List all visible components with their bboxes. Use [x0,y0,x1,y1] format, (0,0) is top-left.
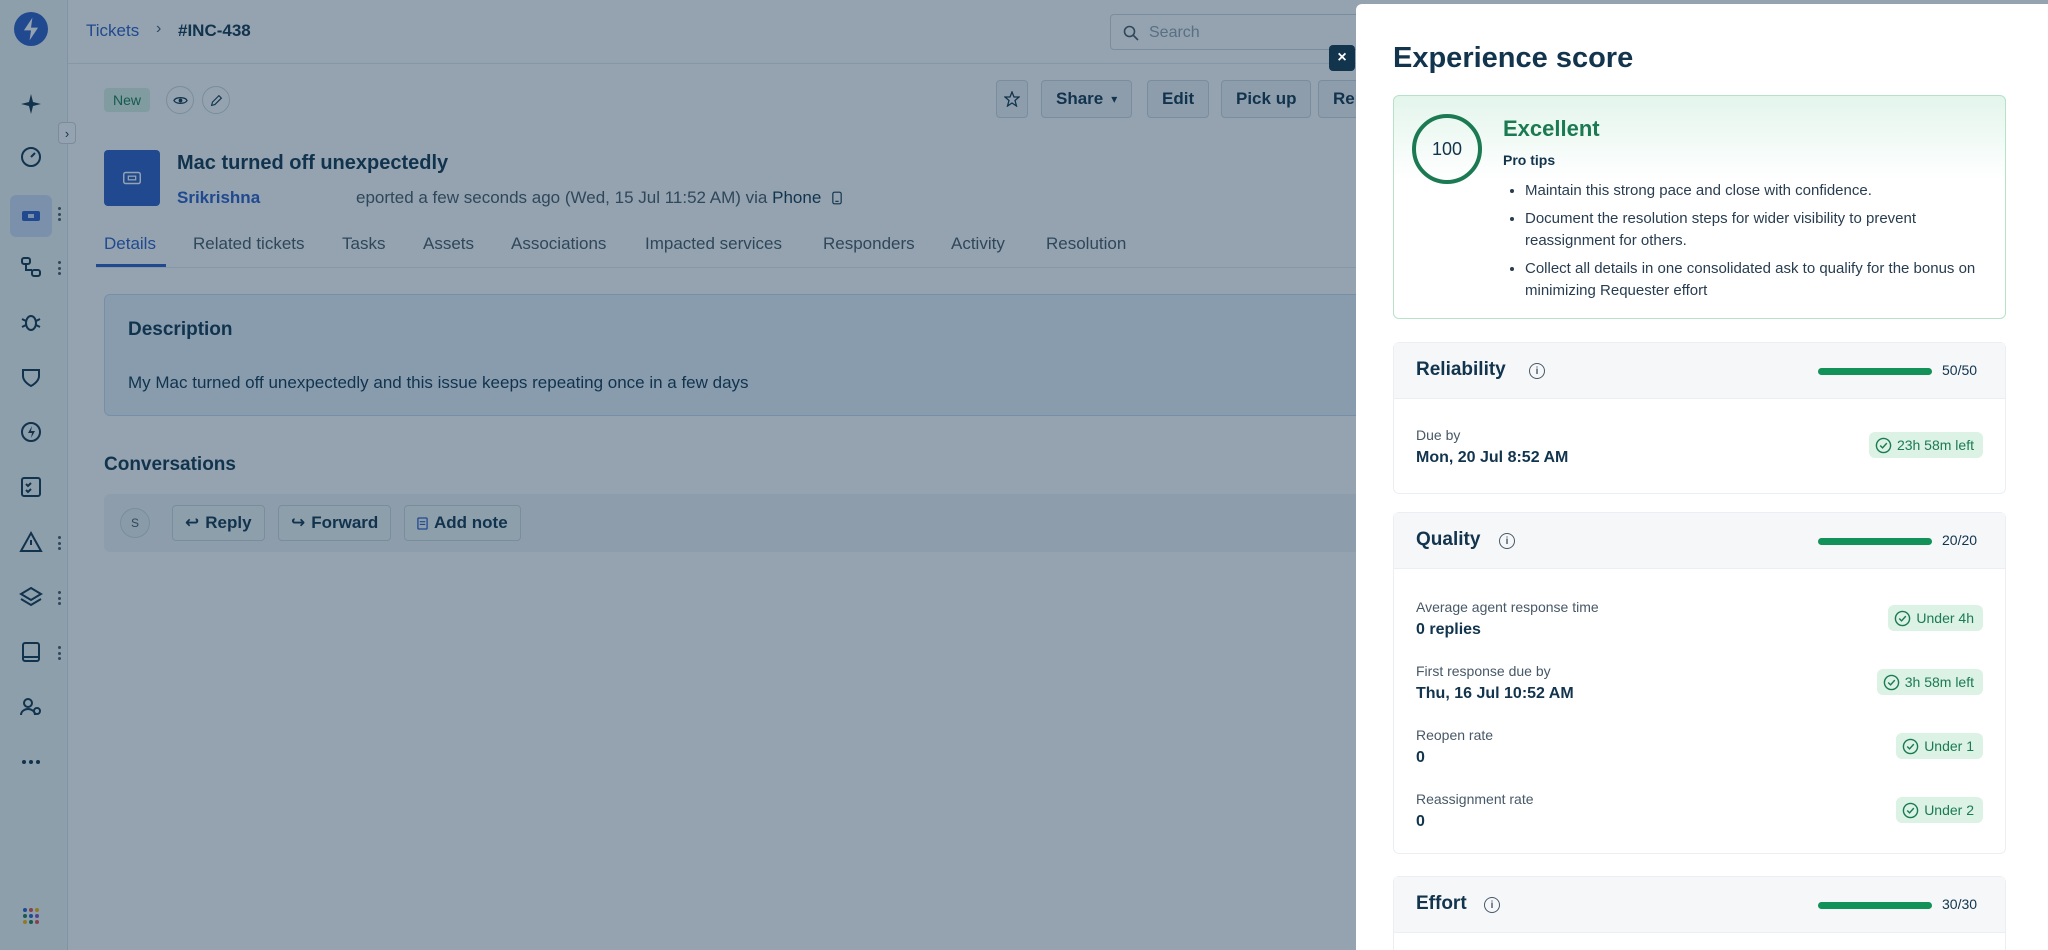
due-by-value: Mon, 20 Jul 8:52 AM [1416,449,1569,466]
effort-progress [1818,902,1932,909]
pro-tip-item: Document the resolution steps for wider … [1525,208,1993,252]
quality-section: Quality i 20/20 Average agent response t… [1393,512,2006,854]
reassignment-rate-status-badge: Under 2 [1896,797,1983,823]
effort-section: Effort i 30/30 [1393,876,2006,950]
first-response-status-badge: 3h 58m left [1876,669,1983,695]
reopen-rate-status-badge: Under 1 [1896,733,1983,759]
close-drawer-button[interactable]: × [1329,45,1355,71]
first-response-status-text: 3h 58m left [1904,674,1974,690]
reassignment-rate-status-text: Under 2 [1924,802,1974,818]
quality-score: 20/20 [1942,532,1978,548]
effort-header: Effort i 30/30 [1394,877,2005,933]
score-rating: Excellent [1503,116,1600,141]
reliability-title: Reliability [1416,359,1506,380]
first-response-label: First response due by [1416,663,1551,679]
effort-progress-fill [1818,902,1932,909]
effort-title: Effort [1416,893,1467,914]
reliability-header: Reliability i 50/50 [1394,343,2005,399]
pro-tip-item: Collect all details in one consolidated … [1525,258,1993,302]
check-circle-icon [1902,802,1919,818]
experience-score-drawer: Experience score 100 Excellent Pro tips … [1356,4,2048,950]
reassignment-rate-value: 0 [1416,813,1425,830]
avg-response-label: Average agent response time [1416,599,1599,615]
drawer-title: Experience score [1393,42,1634,74]
reopen-rate-label: Reopen rate [1416,727,1494,743]
pro-tips-list: Maintain this strong pace and close with… [1503,180,1993,308]
quality-title: Quality [1416,529,1481,550]
avg-response-status-badge: Under 4h [1888,605,1983,631]
reopen-rate-value: 0 [1416,749,1425,766]
pro-tips-heading: Pro tips [1503,152,1556,168]
check-circle-icon [1902,738,1919,754]
quality-progress-fill [1818,538,1932,545]
info-icon[interactable]: i [1499,533,1515,549]
score-ring: 100 [1412,114,1482,184]
score-summary-card: 100 Excellent Pro tips Maintain this str… [1393,95,2006,319]
reassignment-rate-label: Reassignment rate [1416,791,1534,807]
reopen-rate-status-text: Under 1 [1924,738,1974,754]
avg-response-value: 0 replies [1416,621,1481,638]
reliability-section: Reliability i 50/50 Due by Mon, 20 Jul 8… [1393,342,2006,494]
quality-header: Quality i 20/20 [1394,513,2005,569]
due-by-label: Due by [1416,427,1461,443]
check-circle-icon [1895,610,1911,626]
avg-response-status-text: Under 4h [1916,610,1974,626]
reliability-progress-fill [1818,368,1932,375]
reliability-progress [1818,368,1932,375]
info-icon[interactable]: i [1484,897,1500,913]
effort-score: 30/30 [1942,896,1978,912]
reliability-score: 50/50 [1942,362,1978,378]
check-circle-icon [1883,674,1900,690]
first-response-value: Thu, 16 Jul 10:52 AM [1416,685,1574,702]
info-icon[interactable]: i [1529,363,1545,379]
pro-tip-item: Maintain this strong pace and close with… [1525,180,1993,202]
due-by-status-badge: 23h 58m left [1868,432,1983,458]
quality-progress [1818,538,1932,545]
due-by-status-text: 23h 58m left [1896,437,1974,453]
check-circle-icon [1875,437,1892,453]
